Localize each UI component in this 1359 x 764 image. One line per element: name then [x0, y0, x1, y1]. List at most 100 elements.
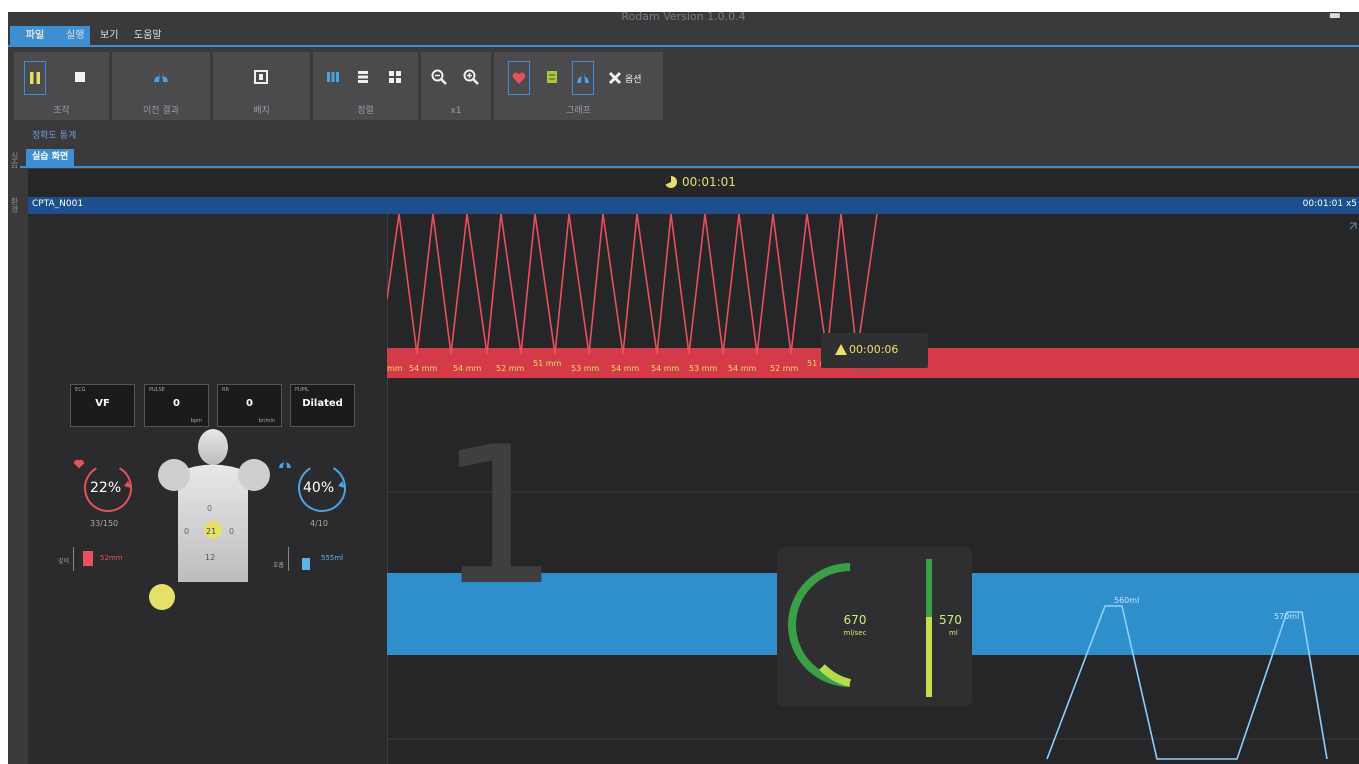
elapsed-timer: 00:01:01: [682, 175, 736, 189]
hand-bottom: 12: [205, 553, 216, 562]
rr-box: RR 0 br/min: [217, 384, 282, 427]
cycle-number: 1: [438, 406, 559, 627]
group-zoom: x1: [421, 52, 491, 120]
tab-practice-screen[interactable]: 실습 화면: [26, 149, 75, 166]
tab-underline: [8, 166, 1359, 168]
session-time: 00:01:01 x5: [1302, 199, 1357, 209]
zoom-out-icon: [431, 69, 447, 85]
pulse-label: PULSE: [149, 387, 165, 393]
flow-volume: 570: [939, 613, 962, 627]
vitals-panel: ECG VF PULSE 0 bpm RR 0 br/min PUPIL Dil…: [28, 214, 388, 764]
heart-organ-icon: [158, 459, 190, 491]
minimize-icon[interactable]: ▬: [1329, 12, 1341, 23]
group-label-layout: 배치: [253, 106, 270, 116]
graph-lungs-toggle[interactable]: [572, 61, 594, 95]
stop-button[interactable]: [70, 66, 90, 88]
columns-icon: [327, 72, 339, 82]
alert-badge: 00:00:06: [821, 333, 928, 368]
session-bar: CPTA_N001 00:01:01 x5: [28, 197, 1359, 214]
vent-label-1: 560ml: [1114, 596, 1139, 605]
practice-panel: 00:01:01 CPTA_N001 00:01:01 x5 ECG VF PU…: [28, 169, 1359, 764]
flow-gauge: [788, 559, 932, 697]
heart-icon: [73, 459, 85, 469]
pupil-value: Dilated: [302, 398, 343, 409]
ventilation-percent: 40%: [303, 480, 335, 496]
pulse-unit: bpm: [190, 418, 202, 424]
depth-label: 52 mm: [770, 364, 799, 373]
ecg-label: ECG: [75, 387, 86, 393]
menu-file[interactable]: 파일: [10, 26, 60, 45]
layout-icon: [254, 70, 268, 84]
options-button[interactable]: 옵션: [608, 71, 642, 85]
flow-meter: 670 ml/sec 570 ml: [777, 547, 972, 707]
tools-icon: [608, 71, 622, 85]
hand-left: 0: [184, 527, 190, 536]
menu-bar: 파일 실행 보기 도움말: [8, 26, 1359, 47]
list-icon: [547, 71, 557, 83]
compression-waveform: [386, 213, 878, 355]
pause-icon: [30, 72, 40, 84]
flow-rate: 670: [843, 613, 867, 627]
side-text-practice[interactable]: 실습: [9, 152, 20, 168]
ecg-box: ECG VF: [70, 384, 135, 427]
volume-bar-label: 호흡: [273, 562, 285, 569]
heart-icon: [512, 72, 526, 84]
volume-bar: [302, 558, 310, 570]
group-prev-result: 이전 결과: [112, 52, 210, 120]
prev-result-button[interactable]: [151, 66, 171, 88]
menu-run[interactable]: 실행: [60, 26, 91, 45]
hand-top: 0: [207, 504, 213, 513]
zoom-out-button[interactable]: [429, 66, 449, 88]
depth-label: 51 mm: [533, 359, 562, 368]
graph-list-toggle[interactable]: [542, 66, 562, 88]
group-label-graph: 그래프: [566, 106, 591, 116]
group-label-arrange: 정렬: [357, 106, 374, 116]
side-text-env[interactable]: 환경: [9, 197, 20, 213]
group-graph: 옵션 그래프: [494, 52, 663, 120]
pause-button[interactable]: [24, 61, 46, 95]
layout-button[interactable]: [251, 66, 271, 88]
pupil-label: PUPIL: [295, 387, 309, 393]
compression-percent: 22%: [90, 480, 122, 496]
depth-bar: [83, 551, 93, 566]
options-label: 옵션: [625, 74, 642, 85]
window-title: Rodam Version 1.0.0.4: [621, 12, 746, 23]
ventilation-ratio: 4/10: [310, 519, 328, 528]
lungs-icon: [577, 72, 589, 83]
volume-bar-value: 555ml: [321, 554, 344, 562]
timer-bar: 00:01:01: [28, 169, 1359, 196]
zoom-in-button[interactable]: [461, 66, 481, 88]
menu-view[interactable]: 보기: [94, 26, 124, 45]
menu-help[interactable]: 도움말: [128, 26, 168, 45]
rows-icon: [358, 71, 368, 83]
group-label-prev-result: 이전 결과: [143, 106, 179, 116]
alert-time: 00:00:06: [849, 343, 899, 356]
title-bar: Rodam Version 1.0.0.4 ▬: [8, 12, 1359, 26]
pupil-box: PUPIL Dilated: [290, 384, 355, 427]
grid-icon: [389, 71, 401, 83]
arrange-grid-button[interactable]: [385, 66, 405, 88]
body-figure: [149, 429, 270, 610]
depth-label: 53 mm: [689, 364, 718, 373]
lungs-icon: [154, 71, 168, 82]
pulse-box: PULSE 0 bpm: [144, 384, 209, 427]
accuracy-stats-link[interactable]: 정확도 통계: [32, 128, 76, 141]
graph-heart-toggle[interactable]: [508, 61, 530, 95]
arrange-rows-button[interactable]: [353, 66, 373, 88]
depth-label: 52 mm: [496, 364, 525, 373]
group-label-control: 조작: [53, 106, 70, 116]
ecg-value: VF: [95, 398, 110, 409]
group-arrange: 정렬: [313, 52, 418, 120]
flow-volume-unit: ml: [949, 629, 958, 637]
flow-rate-unit: ml/sec: [843, 629, 867, 637]
expand-icon[interactable]: [1349, 222, 1357, 230]
depth-label: 53 mm: [571, 364, 600, 373]
warning-icon: [835, 344, 847, 355]
rr-label: RR: [222, 387, 229, 393]
depth-label: 54 mm: [728, 364, 757, 373]
stop-icon: [75, 72, 85, 82]
app-window: Rodam Version 1.0.0.4 ▬ 파일 실행 보기 도움말 조작 …: [8, 12, 1359, 764]
arrange-columns-button[interactable]: [323, 66, 343, 88]
session-name: CPTA_N001: [32, 199, 84, 209]
graph-area: 1 560ml 570ml mm 54 mm 54 mm 52 mm 51 mm 53 m…: [386, 213, 1359, 764]
